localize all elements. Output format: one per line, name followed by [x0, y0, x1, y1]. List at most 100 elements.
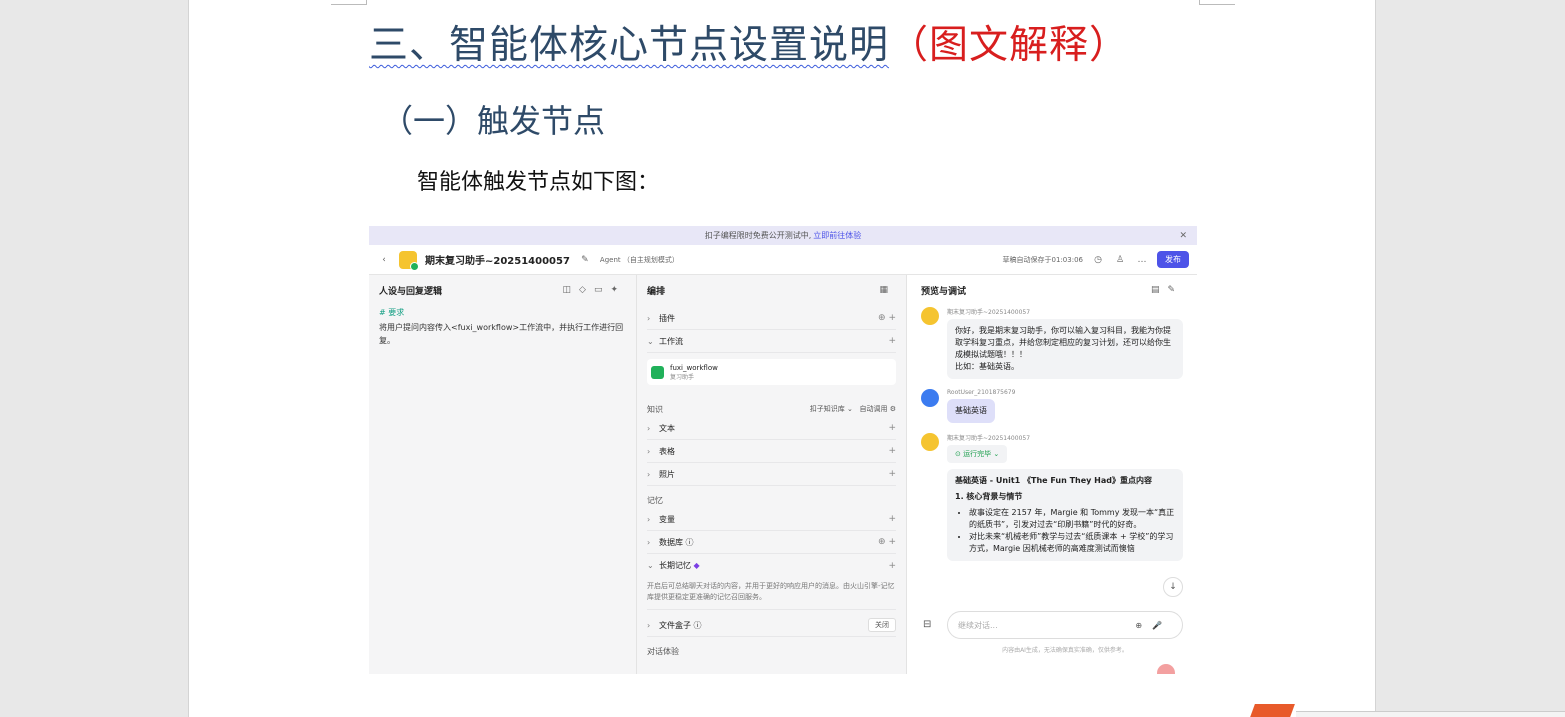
chat-input-placeholder: 继续对话... — [958, 620, 998, 630]
preview-column: 预览与调试 ▤✎ 期末复习助手~20251400057 你好，我是期末复习助手，… — [907, 275, 1197, 674]
app-logo-corner — [1249, 704, 1295, 717]
chevron-right-icon: › — [647, 469, 651, 479]
requirements-text: 将用户提问内容传入<fuxi_workflow>工作流中，并执行工作进行回复。 — [379, 323, 624, 345]
plus-icon: + — [888, 560, 896, 571]
heading-2[interactable]: （一）触发节点 — [381, 96, 605, 142]
plus-icon: ⊕ + — [878, 537, 896, 547]
workflow-row: ⌄ 工作流 + — [647, 330, 896, 353]
plus-icon: + — [888, 446, 896, 456]
database-label: 数据库 — [659, 537, 683, 547]
text-row: › 文本 + — [647, 417, 896, 440]
scroll-down-icon: ↓ — [1163, 577, 1183, 597]
variable-label: 变量 — [659, 514, 675, 524]
back-arrow-icon: ‹ — [382, 254, 386, 265]
body-paragraph[interactable]: 智能体触发节点如下图： — [417, 164, 659, 196]
bot-message: 期末复习助手~20251400057 你好，我是期末复习助手，你可以输入复习科目… — [921, 307, 1183, 379]
memory-section: 记忆 — [647, 492, 896, 508]
user-bubble: 基础英语 — [947, 399, 995, 423]
chevron-right-icon: › — [647, 446, 651, 456]
heading-1-main: 三、智能体核心节点设置说明 — [369, 23, 890, 68]
document-page: 三、智能体核心节点设置说明（图文解释） （一）触发节点 智能体触发节点如下图： … — [188, 0, 1376, 717]
text-label: 文本 — [659, 423, 675, 433]
kb-selector: 扣子知识库 — [809, 405, 845, 413]
workflow-desc: 复习助手 — [670, 373, 695, 381]
bot-reply: 期末复习助手~20251400057 ⊙ 运行完毕 ⌄ — [921, 433, 1183, 463]
persona-column: 人设与回复逻辑 ◫◇▭✦ # 要求 将用户提问内容传入<fuxi_workflo… — [369, 275, 637, 674]
file-box-select: 关闭 — [868, 618, 896, 632]
chevron-right-icon: › — [647, 514, 651, 524]
edit-icon: ✎ — [581, 254, 589, 265]
plus-icon: + — [888, 423, 896, 433]
long-memory-row: ⌄ 长期记忆 ◆ + — [647, 554, 896, 577]
knowledge-section: 知识 扣子知识库 ⌄ 自动调用 ⚙ — [647, 401, 896, 417]
publish-button: 发布 — [1157, 251, 1189, 268]
margin-corner-left — [331, 0, 367, 5]
bot-name: 期末复习助手~20251400057 — [947, 435, 1031, 442]
arrange-title: 编排 ▦ — [647, 283, 896, 297]
workflow-label: 工作流 — [659, 336, 683, 346]
heading-1-red: （图文解释） — [889, 23, 1130, 68]
answer-subtitle: 1. 核心背景与情节 — [955, 492, 1023, 501]
plus-icon: ⊕ + — [878, 313, 896, 323]
preview-title-text: 预览与调试 — [921, 286, 967, 297]
knowledge-options: 扣子知识库 ⌄ 自动调用 ⚙ — [809, 405, 896, 413]
grid-icon: ▦ — [879, 285, 896, 295]
persona-tools-icon: ◫◇▭✦ — [562, 285, 626, 295]
variable-row: › 变量 + — [647, 508, 896, 531]
database-row: › 数据库 ⓘ ⊕ + — [647, 531, 896, 554]
long-memory-label: 长期记忆 — [659, 561, 691, 570]
persona-title-text: 人设与回复逻辑 — [379, 286, 443, 297]
user-avatar — [921, 389, 939, 407]
long-memory-desc: 开启后可总结聊天对话的内容，并用于更好的响应用户的消息。由火山引擎-记忆库提供更… — [647, 577, 896, 610]
workflow-item: fuxi_workflow 复习助手 — [647, 359, 896, 385]
heading-1[interactable]: 三、智能体核心节点设置说明（图文解释） — [369, 14, 1129, 70]
user-name: RootUser_2101875679 — [947, 389, 1016, 396]
autosave-status: 草稿自动保存于01:03:06 — [1002, 255, 1083, 264]
memory-label: 记忆 — [647, 495, 663, 505]
workspace-columns: 人设与回复逻辑 ◫◇▭✦ # 要求 将用户提问内容传入<fuxi_workflo… — [369, 275, 1197, 674]
arrange-title-text: 编排 — [647, 286, 666, 297]
close-icon: ✕ — [1179, 230, 1187, 241]
table-label: 表格 — [659, 446, 675, 456]
run-status-text: 运行完毕 — [963, 450, 992, 458]
chevron-right-icon: › — [647, 423, 651, 433]
preview-title: 预览与调试 ▤✎ — [921, 283, 1183, 297]
answer-title: 基础英语 - Unit1 《The Fun They Had》重点内容 — [955, 476, 1153, 485]
more-icon: … — [1137, 254, 1147, 265]
chevron-down-icon: ⌄ — [647, 561, 654, 570]
answer-bubble: 基础英语 - Unit1 《The Fun They Had》重点内容 1. 核… — [947, 469, 1183, 561]
bot-avatar — [921, 433, 939, 451]
greeting-bubble: 你好，我是期末复习助手，你可以输入复习科目，我能为你提取学科复习重点，并给您制定… — [947, 319, 1183, 379]
run-status: ⊙ 运行完毕 ⌄ — [947, 445, 1008, 463]
chevron-right-icon: › — [647, 313, 651, 323]
photo-label: 照片 — [659, 469, 675, 479]
file-box-row: › 文件盒子 ⓘ 关闭 — [647, 614, 896, 637]
persona-title: 人设与回复逻辑 ◫◇▭✦ — [379, 283, 626, 297]
chevron-down-icon: ⌄ — [647, 336, 654, 346]
chat-input: 继续对话... ⊕🎤 — [947, 611, 1183, 639]
margin-corner-right — [1199, 0, 1235, 5]
user-message: RootUser_2101875679 基础英语 — [921, 389, 1183, 423]
file-box-label: 文件盒子 — [659, 620, 691, 630]
diamond-icon: ◆ — [693, 561, 700, 570]
embedded-screenshot[interactable]: 扣子编程限时免费公开测试中, 立即前往体验 ✕ ‹ 期末复习助手~2025140… — [369, 226, 1197, 674]
plus-icon: + — [888, 514, 896, 524]
bot-avatar — [921, 307, 939, 325]
banner-text: 扣子编程限时免费公开测试中, — [704, 231, 812, 240]
workflow-name: fuxi_workflow — [670, 363, 718, 372]
chevron-right-icon: › — [647, 620, 651, 630]
answer-bullet: 故事设定在 2157 年，Margie 和 Tommy 发现一本“真正的纸质书”… — [969, 507, 1175, 531]
plugin-row: › 插件 ⊕ + — [647, 307, 896, 330]
app-topbar: ‹ 期末复习助手~20251400057 ✎ Agent （自主规划模式） 草稿… — [369, 245, 1197, 275]
dialog-section: 对话体验 — [647, 643, 896, 659]
answer-bullet: 对比未来“机械老师”教学与过去“纸质课本 + 学校”的学习方式，Margie 因… — [969, 531, 1175, 555]
dialog-label: 对话体验 — [647, 646, 679, 656]
photo-row: › 照片 + — [647, 463, 896, 486]
disclaimer: 内容由AI生成，无法确保真实准确，仅供参考。 — [1002, 647, 1128, 654]
briefcase-icon: ⊟ — [923, 619, 932, 630]
banner: 扣子编程限时免费公开测试中, 立即前往体验 ✕ — [369, 226, 1197, 245]
app-logo — [399, 250, 419, 271]
mode-selector: Agent （自主规划模式） — [599, 255, 679, 264]
requirements-heading: # 要求 — [379, 308, 405, 317]
table-row: › 表格 + — [647, 440, 896, 463]
